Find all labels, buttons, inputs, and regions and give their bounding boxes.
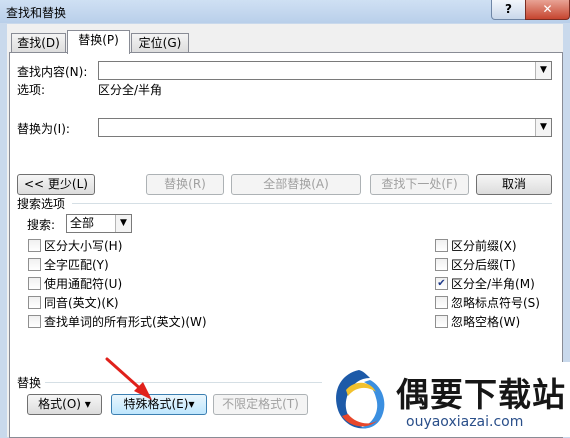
watermark-title: 偶要下载站 [396,375,566,414]
tab-replace[interactable]: 替换(P) [67,30,130,54]
watermark: 偶要下载站 ouyaoxiazai.com [322,362,570,437]
watermark-logo-icon [336,370,385,429]
watermark-url: ouyaoxiazai.com [406,414,524,430]
